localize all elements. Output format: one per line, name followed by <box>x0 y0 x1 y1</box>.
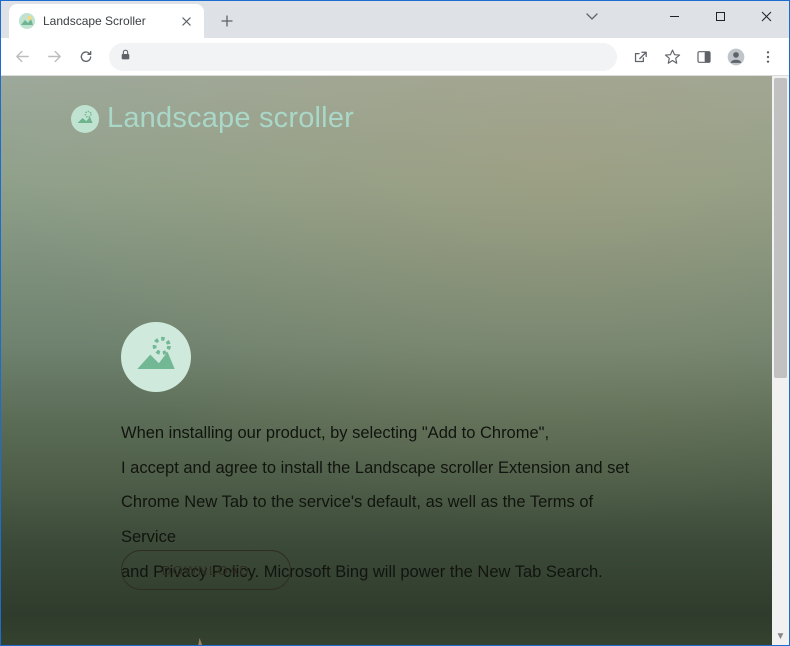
browser-window: Landscape Scroller <box>0 0 790 646</box>
desc-line: Chrome New Tab to the service's default,… <box>121 485 639 554</box>
download-button[interactable]: DOWNLOAD <box>121 550 291 590</box>
reload-button[interactable] <box>71 42 101 72</box>
titlebar: Landscape Scroller <box>1 1 789 38</box>
rock-formation-image <box>159 598 435 645</box>
forward-button[interactable] <box>39 42 69 72</box>
hero-logo-icon <box>121 322 191 392</box>
page-viewport: Landscape scroller When installing our p… <box>1 76 789 645</box>
vertical-scrollbar[interactable]: ▲ ▼ <box>772 76 789 645</box>
app-header: Landscape scroller <box>71 102 354 135</box>
new-tab-button[interactable] <box>212 6 242 36</box>
profile-button[interactable] <box>721 42 751 72</box>
maximize-button[interactable] <box>697 1 743 31</box>
minimize-button[interactable] <box>651 1 697 31</box>
hero: Landscape scroller When installing our p… <box>1 76 789 645</box>
bookmark-button[interactable] <box>657 42 687 72</box>
scroll-down-icon[interactable]: ▼ <box>772 628 789 645</box>
desc-line: I accept and agree to install the Landsc… <box>121 451 639 486</box>
favicon-landscape-icon <box>19 13 35 29</box>
logo-icon <box>71 105 99 133</box>
side-panel-button[interactable] <box>689 42 719 72</box>
browser-tab[interactable]: Landscape Scroller <box>9 4 204 38</box>
menu-button[interactable] <box>753 42 783 72</box>
share-button[interactable] <box>625 42 655 72</box>
url-bar[interactable] <box>109 43 617 71</box>
back-button[interactable] <box>7 42 37 72</box>
tab-close-button[interactable] <box>178 13 194 29</box>
desc-line: When installing our product, by selectin… <box>121 416 639 451</box>
window-controls <box>651 1 789 31</box>
tabs-dropdown-button[interactable] <box>579 5 605 29</box>
app-title: Landscape scroller <box>107 102 354 135</box>
toolbar <box>1 38 789 76</box>
tab-title: Landscape Scroller <box>43 14 172 28</box>
scroll-thumb[interactable] <box>774 78 787 378</box>
close-window-button[interactable] <box>743 1 789 31</box>
lock-icon <box>119 48 132 66</box>
